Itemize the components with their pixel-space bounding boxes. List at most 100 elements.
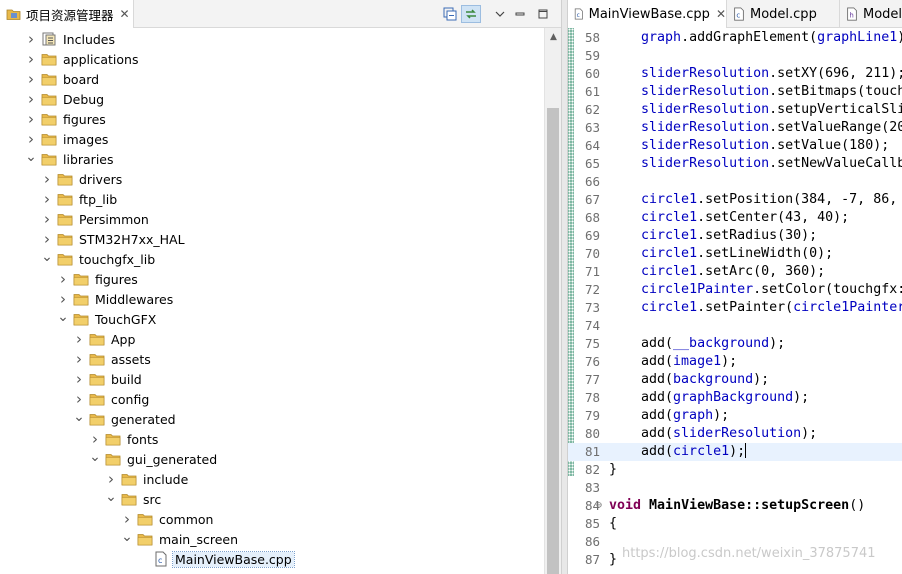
code-line[interactable]: 70 circle1.setLineWidth(0); xyxy=(568,245,902,263)
chevron-right-icon[interactable]: › xyxy=(72,349,86,369)
chevron-right-icon[interactable]: › xyxy=(88,429,102,449)
chevron-right-icon[interactable]: › xyxy=(72,389,86,409)
tree-item[interactable]: ⌄ src xyxy=(104,489,163,509)
fold-toggle-icon[interactable]: ⊖ xyxy=(596,497,602,515)
code-line[interactable]: 67 circle1.setPosition(384, -7, 86, 8 xyxy=(568,191,902,209)
collapse-all-icon[interactable] xyxy=(440,5,460,23)
tree-item[interactable]: › images xyxy=(24,129,110,149)
tree-item[interactable]: › include xyxy=(104,469,190,489)
tree-item[interactable]: ⌄ touchgfx_lib xyxy=(40,249,157,269)
code-line[interactable]: 83 xyxy=(568,479,902,497)
current-code-line[interactable]: 81 add(circle1); xyxy=(568,443,902,461)
tree-item[interactable]: › assets xyxy=(72,349,153,369)
code-text: sliderResolution.setValue(180); xyxy=(641,138,890,153)
code-line[interactable]: 61 sliderResolution.setBitmaps(touchgfx xyxy=(568,83,902,101)
minimize-icon[interactable] xyxy=(510,5,530,23)
chevron-down-icon[interactable]: ⌄ xyxy=(104,489,118,509)
code-line[interactable]: 82} xyxy=(568,461,902,479)
code-line[interactable]: 59 xyxy=(568,47,902,65)
scroll-up-icon[interactable]: ▲ xyxy=(545,28,562,45)
tree-item[interactable]: ⌄ TouchGFX xyxy=(56,309,158,329)
editor-tab[interactable]: h ModelL xyxy=(840,0,902,28)
chevron-down-icon[interactable]: ⌄ xyxy=(56,309,70,329)
tree-item[interactable]: › applications xyxy=(24,49,140,69)
chevron-right-icon[interactable]: › xyxy=(24,69,38,89)
code-line[interactable]: 60 sliderResolution.setXY(696, 211); xyxy=(568,65,902,83)
chevron-right-icon[interactable]: › xyxy=(24,49,38,69)
tree-item[interactable]: › App xyxy=(72,329,137,349)
panel-splitter[interactable] xyxy=(561,0,568,574)
tree-item[interactable]: › ftp_lib xyxy=(40,189,119,209)
tree-item[interactable]: c MainViewBase.cpp xyxy=(136,549,295,569)
tree-item[interactable]: › Debug xyxy=(24,89,106,109)
chevron-down-icon[interactable]: ⌄ xyxy=(120,529,134,549)
chevron-right-icon[interactable]: › xyxy=(72,369,86,389)
tree-item[interactable]: › STM32H7xx_HAL xyxy=(40,229,187,249)
code-line[interactable]: 62 sliderResolution.setupVerticalSlider xyxy=(568,101,902,119)
code-area[interactable]: 58 graph.addGraphElement(graphLine1);596… xyxy=(568,28,902,574)
code-line[interactable]: 75 add(__background); xyxy=(568,335,902,353)
tree-item[interactable]: › drivers xyxy=(40,169,124,189)
view-menu-icon[interactable] xyxy=(490,5,510,23)
code-line[interactable]: 74 xyxy=(568,317,902,335)
chevron-right-icon[interactable]: › xyxy=(56,289,70,309)
editor-tab[interactable]: c MainViewBase.cpp ✕ xyxy=(568,0,727,28)
code-line[interactable]: 69 circle1.setRadius(30); xyxy=(568,227,902,245)
chevron-right-icon[interactable]: › xyxy=(104,469,118,489)
tree-item[interactable]: › board xyxy=(24,69,101,89)
tree-item[interactable]: ⌄ libraries xyxy=(24,149,116,169)
code-line[interactable]: 58 graph.addGraphElement(graphLine1); xyxy=(568,29,902,47)
tree-scrollbar[interactable]: ▲ xyxy=(544,28,561,574)
tree-item[interactable]: › common xyxy=(120,509,215,529)
maximize-icon[interactable] xyxy=(533,5,553,23)
code-line[interactable]: 68 circle1.setCenter(43, 40); xyxy=(568,209,902,227)
code-line[interactable]: 73 circle1.setPainter(circle1Painter); xyxy=(568,299,902,317)
tree-item-label: applications xyxy=(63,51,139,67)
chevron-down-icon[interactable]: ⌄ xyxy=(72,409,86,429)
code-line[interactable]: 78 add(graphBackground); xyxy=(568,389,902,407)
chevron-right-icon[interactable]: › xyxy=(120,509,134,529)
close-icon[interactable]: ✕ xyxy=(120,7,130,21)
chevron-down-icon[interactable]: ⌄ xyxy=(88,449,102,469)
code-line[interactable]: 76 add(image1); xyxy=(568,353,902,371)
code-line[interactable]: 85 { xyxy=(568,515,902,533)
chevron-right-icon[interactable]: › xyxy=(40,169,54,189)
tree-item[interactable]: ⌄ generated xyxy=(72,409,178,429)
code-line[interactable]: 77 add(background); xyxy=(568,371,902,389)
code-line[interactable]: 72 circle1Painter.setColor(touchgfx::C xyxy=(568,281,902,299)
code-line[interactable]: 79 add(graph); xyxy=(568,407,902,425)
tree-item[interactable]: › Persimmon xyxy=(40,209,151,229)
code-line[interactable]: 71 circle1.setArc(0, 360); xyxy=(568,263,902,281)
tree-item[interactable]: › fonts xyxy=(88,429,160,449)
tree-item[interactable]: › figures xyxy=(56,269,140,289)
code-line[interactable]: 80 add(sliderResolution); xyxy=(568,425,902,443)
tree-item[interactable]: ⌄ gui_generated xyxy=(88,449,219,469)
chevron-right-icon[interactable]: › xyxy=(24,109,38,129)
code-line[interactable]: 64 sliderResolution.setValue(180); xyxy=(568,137,902,155)
tree-item[interactable]: › Middlewares xyxy=(56,289,175,309)
tree-item[interactable]: › build xyxy=(72,369,144,389)
chevron-down-icon[interactable]: ⌄ xyxy=(24,149,38,169)
code-line[interactable]: 66 xyxy=(568,173,902,191)
chevron-right-icon[interactable]: › xyxy=(24,29,38,49)
link-with-editor-icon[interactable] xyxy=(461,5,481,23)
chevron-right-icon[interactable]: › xyxy=(56,269,70,289)
scrollbar-thumb[interactable] xyxy=(547,108,559,574)
code-line[interactable]: 84 ⊖ void MainViewBase::setupScreen() xyxy=(568,497,902,515)
chevron-right-icon[interactable]: › xyxy=(24,129,38,149)
chevron-right-icon[interactable]: › xyxy=(40,229,54,249)
project-explorer-tab[interactable]: 项目资源管理器 ✕ xyxy=(0,0,134,28)
code-line[interactable]: 65 sliderResolution.setNewValueCallback xyxy=(568,155,902,173)
tree-item[interactable]: ⌄ main_screen xyxy=(120,529,240,549)
code-line[interactable]: 63 sliderResolution.setValueRange(20, xyxy=(568,119,902,137)
chevron-down-icon[interactable]: ⌄ xyxy=(40,249,54,269)
chevron-right-icon[interactable]: › xyxy=(40,209,54,229)
tree-item[interactable]: › figures xyxy=(24,109,108,129)
close-icon[interactable]: ✕ xyxy=(716,7,726,21)
chevron-right-icon[interactable]: › xyxy=(40,189,54,209)
chevron-right-icon[interactable]: › xyxy=(24,89,38,109)
tree-item[interactable]: › config xyxy=(72,389,151,409)
editor-tab[interactable]: c Model.cpp xyxy=(727,0,840,28)
tree-item[interactable]: › Includes xyxy=(24,29,117,49)
chevron-right-icon[interactable]: › xyxy=(72,329,86,349)
